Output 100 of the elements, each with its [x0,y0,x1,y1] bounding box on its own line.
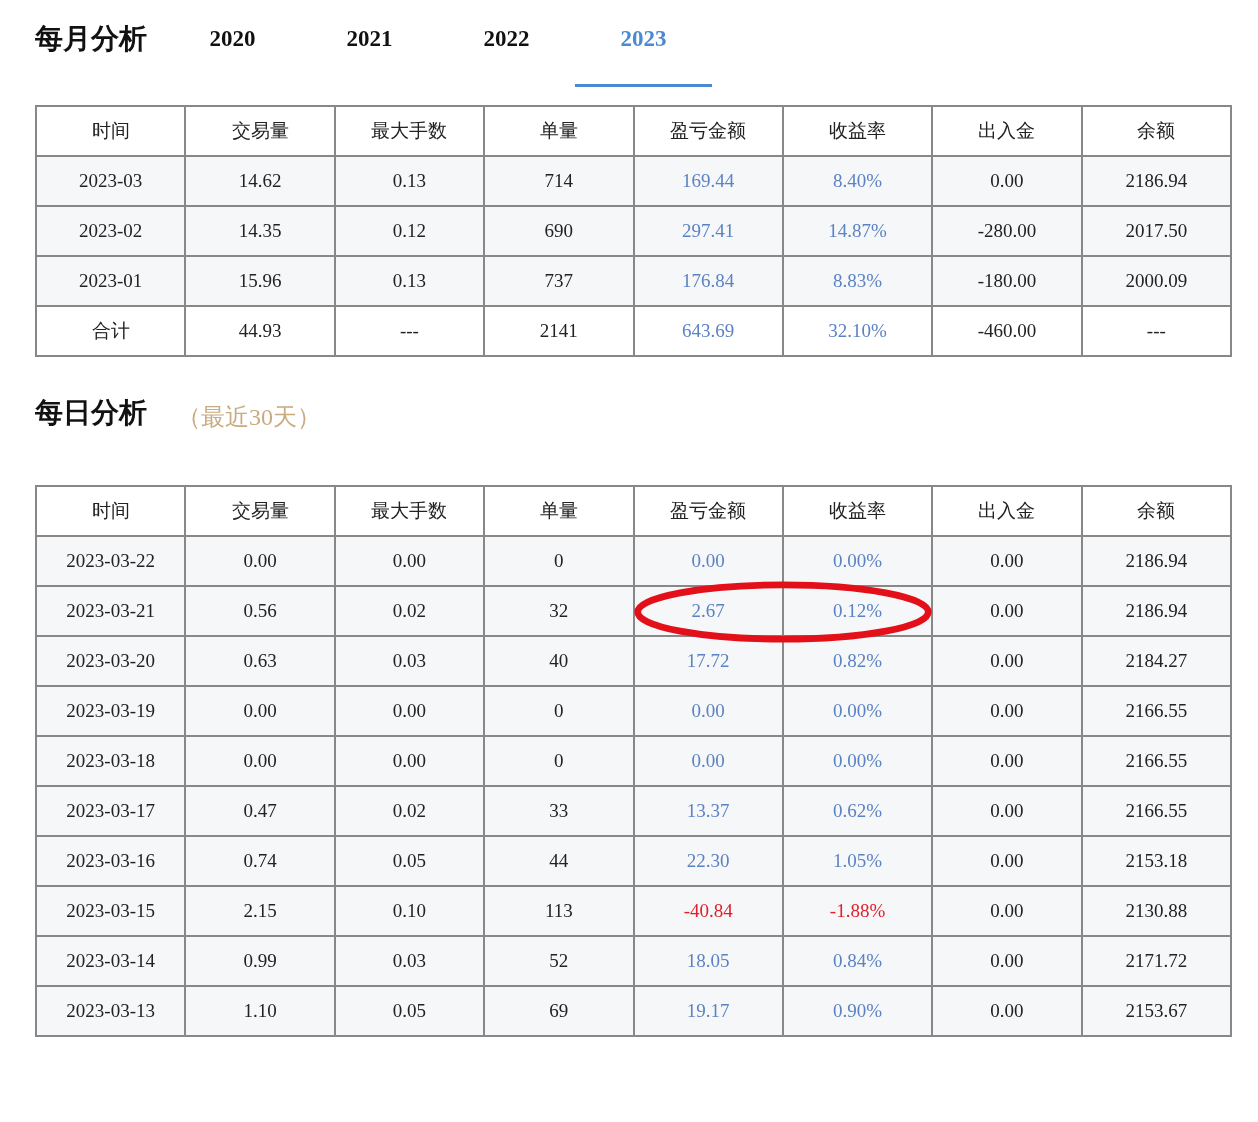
table-cell: 0.00% [782,536,933,586]
table-cell: 0 [484,686,634,736]
table-cell: 176.84 [633,256,783,306]
table-cell: 2023-03-14 [36,936,186,986]
table-cell: 2186.94 [1081,586,1231,636]
table-cell: 2186.94 [1081,536,1231,586]
column-header: 最大手数 [334,106,485,156]
table-cell: 0.82% [782,636,933,686]
column-header: 单量 [484,106,634,156]
table-cell: 0.05 [334,986,485,1036]
table-cell: 0.00 [932,836,1082,886]
table-cell: 0.00 [185,686,335,736]
table-cell: 2023-03-21 [36,586,186,636]
table-cell: 0.99 [185,936,335,986]
table-cell: -280.00 [932,206,1082,256]
table-cell: 2171.72 [1081,936,1231,986]
table-cell: 15.96 [185,256,335,306]
year-tab[interactable]: 2022 [438,17,575,87]
year-tab[interactable]: 2021 [301,17,438,87]
column-header: 出入金 [932,486,1082,536]
table-cell: 32.10% [782,306,933,356]
table-cell: 19.17 [633,986,783,1036]
table-cell: 32 [484,586,634,636]
table-cell: 0.00 [185,536,335,586]
table-cell: 0.00 [334,736,485,786]
table-cell: 0.47 [185,786,335,836]
table-cell: -1.88% [782,886,933,936]
column-header: 余额 [1081,106,1231,156]
table-cell: 2023-02 [36,206,186,256]
table-cell: 0.05 [334,836,485,886]
table-cell: 2141 [484,306,634,356]
table-cell: 2166.55 [1081,786,1231,836]
column-header: 盈亏金额 [633,486,783,536]
table-cell: 643.69 [633,306,783,356]
table-cell: 14.87% [782,206,933,256]
column-header: 余额 [1081,486,1231,536]
table-cell: 2166.55 [1081,736,1231,786]
column-header: 最大手数 [334,486,485,536]
table-cell: 0.02 [334,586,485,636]
table-cell: 0.63 [185,636,335,686]
table-cell: 737 [484,256,634,306]
table-cell: 14.35 [185,206,335,256]
table-cell: 2017.50 [1081,206,1231,256]
table-cell: 0.00 [932,686,1082,736]
table-cell: 2023-03-20 [36,636,186,686]
table-cell: --- [334,306,485,356]
column-header: 出入金 [932,106,1082,156]
table-cell: 22.30 [633,836,783,886]
table-cell: 0.00 [932,156,1082,206]
table-cell: 297.41 [633,206,783,256]
table-cell: 2023-03-19 [36,686,186,736]
table-cell: 2023-03 [36,156,186,206]
table-cell: 0 [484,536,634,586]
table-cell: 0.03 [334,636,485,686]
year-tab[interactable]: 2020 [164,17,301,87]
table-cell: 0.62% [782,786,933,836]
section-subtitle: （最近30天） [177,403,321,432]
table-cell: 169.44 [633,156,783,206]
column-header: 盈亏金额 [633,106,783,156]
table-cell: 0.13 [334,156,485,206]
table-cell: 1.05% [782,836,933,886]
table-cell: -180.00 [932,256,1082,306]
table-cell: 1.10 [185,986,335,1036]
table-cell: 2023-03-13 [36,986,186,1036]
table-cell: 690 [484,206,634,256]
table-cell: 2023-03-17 [36,786,186,836]
table-cell: 2.15 [185,886,335,936]
table-cell: 2023-03-22 [36,536,186,586]
table-cell: 0.03 [334,936,485,986]
table-cell: 44 [484,836,634,886]
table-cell: 0.00 [334,536,485,586]
column-header: 交易量 [185,486,335,536]
table-cell: 0 [484,736,634,786]
table-cell: -460.00 [932,306,1082,356]
column-header: 收益率 [782,486,933,536]
table-cell: 17.72 [633,636,783,686]
table-cell: 0.00 [633,536,783,586]
table-cell: 0.00 [633,736,783,786]
table-cell: 40 [484,636,634,686]
column-header: 时间 [36,106,186,156]
table-cell: 0.74 [185,836,335,886]
table-cell: 2023-03-18 [36,736,186,786]
table-cell: 113 [484,886,634,936]
table-cell: 0.56 [185,586,335,636]
table-cell: 714 [484,156,634,206]
table-cell: 0.00 [334,686,485,736]
table-cell: 0.00 [185,736,335,786]
table-cell: 2166.55 [1081,686,1231,736]
table-cell: 0.12 [334,206,485,256]
table-cell: 2153.67 [1081,986,1231,1036]
table-cell: 44.93 [185,306,335,356]
table-cell: 2023-03-16 [36,836,186,886]
table-cell: --- [1081,306,1231,356]
year-tab[interactable]: 2023 [575,17,712,87]
table-cell: 2184.27 [1081,636,1231,686]
table-cell: 0.02 [334,786,485,836]
table-cell: 69 [484,986,634,1036]
table-cell: 0.90% [782,986,933,1036]
table-cell: 0.00 [932,536,1082,586]
table-cell: 13.37 [633,786,783,836]
